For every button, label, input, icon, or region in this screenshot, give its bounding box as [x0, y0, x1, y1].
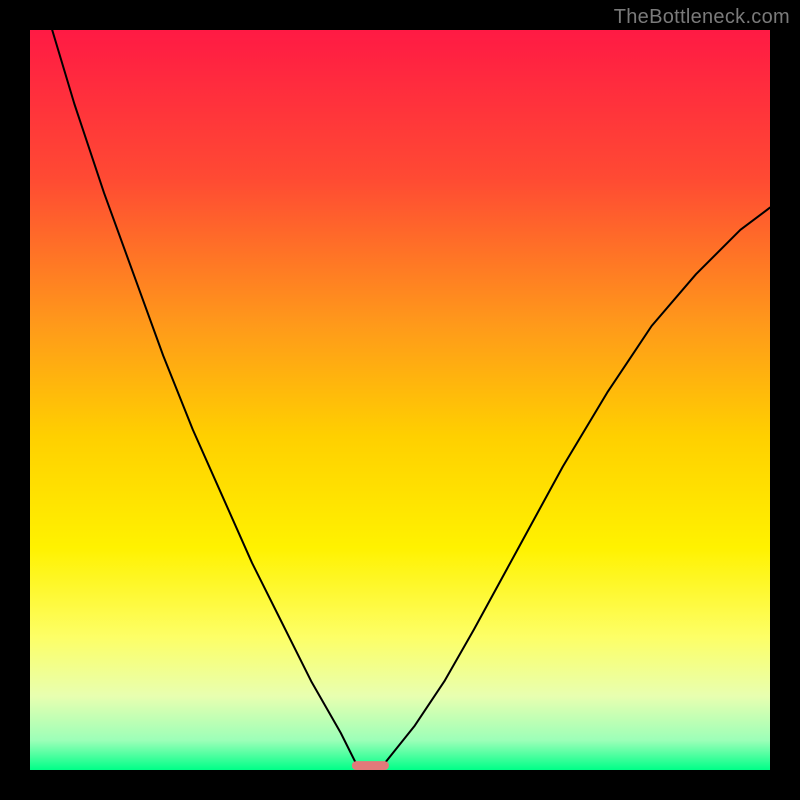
chart-svg	[30, 30, 770, 770]
chart-frame: TheBottleneck.com	[0, 0, 800, 800]
plot-area	[30, 30, 770, 770]
watermark-text: TheBottleneck.com	[614, 6, 790, 29]
marker-group	[352, 761, 389, 770]
chart-background	[30, 30, 770, 770]
trough-marker	[352, 761, 389, 770]
